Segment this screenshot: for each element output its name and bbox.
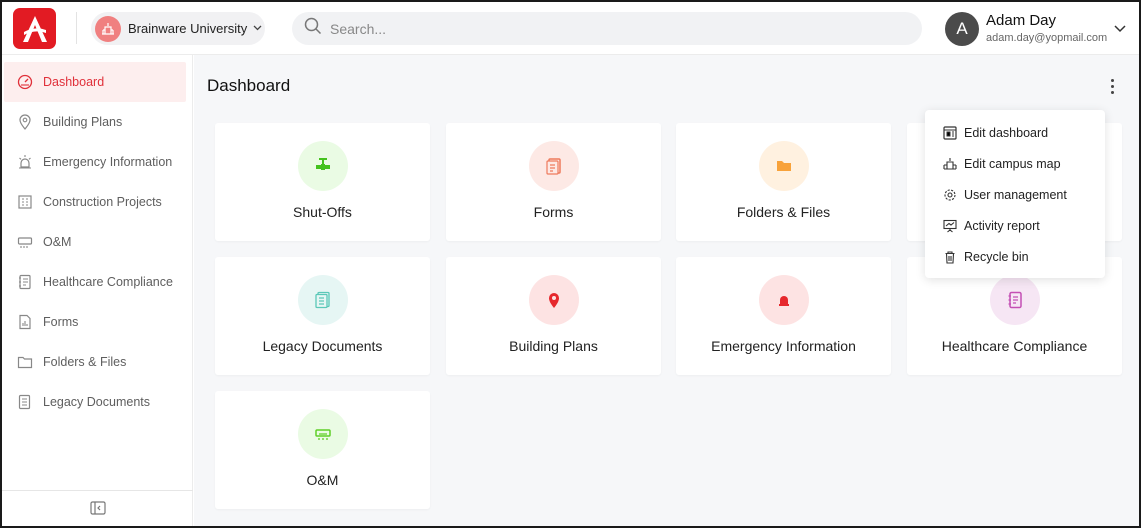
notebook-icon [16, 273, 34, 291]
chevron-down-icon [253, 23, 262, 34]
map-pin-icon [529, 275, 579, 325]
app-logo[interactable] [13, 8, 56, 49]
card-om[interactable]: O&M [215, 391, 430, 509]
sidebar: Dashboard Building Plans Emergency Infor… [2, 55, 193, 526]
sidebar-item-label: Emergency Information [43, 155, 173, 169]
app-window: Brainware University A Adam Day adam.day… [0, 0, 1141, 528]
air-conditioner-icon [298, 409, 348, 459]
search-input[interactable] [330, 20, 890, 37]
organization-selector[interactable]: Brainware University [91, 12, 265, 45]
sidebar-footer [2, 490, 193, 526]
menu-item-label: User management [964, 187, 1067, 202]
menu-item-activity-report[interactable]: Activity report [925, 210, 1105, 241]
menu-item-label: Recycle bin [964, 249, 1029, 264]
sidebar-item-label: Legacy Documents [43, 395, 151, 409]
card-title: Shut-Offs [293, 204, 352, 220]
card-title: Building Plans [509, 338, 598, 354]
documents-icon [298, 275, 348, 325]
sidebar-item-forms[interactable]: Forms [4, 302, 186, 342]
user-avatar[interactable]: A [945, 12, 979, 46]
sidebar-item-construction-projects[interactable]: Construction Projects [4, 182, 186, 222]
card-shut-offs[interactable]: Shut-Offs [215, 123, 430, 241]
building-icon [16, 193, 34, 211]
search-icon [304, 17, 322, 40]
gear-icon [943, 188, 957, 202]
chart-board-icon [943, 219, 957, 233]
sidebar-item-healthcare-compliance[interactable]: Healthcare Compliance [4, 262, 186, 302]
sidebar-item-om[interactable]: O&M [4, 222, 186, 262]
collapse-sidebar-icon[interactable] [89, 501, 106, 520]
user-menu-chevron-icon[interactable] [1114, 20, 1126, 38]
valve-icon [298, 141, 348, 191]
sidebar-item-label: Forms [43, 315, 79, 329]
dashboard-edit-icon [943, 125, 957, 140]
top-bar: Brainware University A Adam Day adam.day… [2, 2, 1139, 55]
sidebar-item-label: O&M [43, 235, 72, 249]
header-divider [76, 12, 77, 44]
sidebar-item-label: Dashboard [43, 75, 105, 89]
card-folders-files[interactable]: Folders & Files [676, 123, 891, 241]
user-name: Adam Day [986, 12, 1057, 29]
sidebar-item-dashboard[interactable]: Dashboard [4, 62, 186, 102]
logo-icon [22, 15, 47, 42]
siren-icon [759, 275, 809, 325]
menu-item-user-management[interactable]: User management [925, 179, 1105, 210]
menu-item-label: Activity report [964, 218, 1040, 233]
organization-name: Brainware University [128, 21, 248, 36]
sidebar-item-legacy-documents[interactable]: Legacy Documents [4, 382, 186, 422]
map-pin-icon [16, 113, 34, 131]
sidebar-item-label: Construction Projects [43, 195, 162, 209]
card-forms[interactable]: Forms [446, 123, 661, 241]
card-title: Forms [533, 204, 574, 220]
notebook-icon [990, 275, 1040, 325]
air-conditioner-icon [16, 233, 34, 251]
menu-item-edit-dashboard[interactable]: Edit dashboard [925, 117, 1105, 148]
menu-item-label: Edit campus map [964, 156, 1061, 171]
more-options-icon[interactable] [1102, 76, 1122, 96]
card-building-plans[interactable]: Building Plans [446, 257, 661, 375]
sidebar-item-label: Building Plans [43, 115, 123, 129]
sidebar-item-label: Healthcare Compliance [43, 275, 173, 289]
sidebar-item-emergency-information[interactable]: Emergency Information [4, 142, 186, 182]
campus-map-icon [943, 157, 957, 171]
form-icon [529, 141, 579, 191]
menu-item-label: Edit dashboard [964, 125, 1049, 140]
user-email: adam.day@yopmail.com [986, 32, 1108, 44]
menu-item-edit-campus-map[interactable]: Edit campus map [925, 148, 1105, 179]
dashboard-options-menu: Edit dashboard Edit campus map User mana… [925, 110, 1105, 278]
card-title: O&M [306, 472, 339, 488]
sidebar-item-label: Folders & Files [43, 355, 127, 369]
documents-icon [16, 393, 34, 411]
page-title: Dashboard [207, 76, 291, 95]
card-title: Healthcare Compliance [941, 338, 1088, 354]
sidebar-item-building-plans[interactable]: Building Plans [4, 102, 186, 142]
card-title: Folders & Files [736, 204, 831, 220]
search-bar[interactable] [292, 12, 922, 45]
folder-icon [16, 353, 34, 371]
card-emergency-information[interactable]: Emergency Information [676, 257, 891, 375]
card-title: Legacy Documents [262, 338, 383, 354]
card-legacy-documents[interactable]: Legacy Documents [215, 257, 430, 375]
menu-item-recycle-bin[interactable]: Recycle bin [925, 241, 1105, 272]
gauge-icon [16, 73, 34, 91]
form-icon [16, 313, 34, 331]
trash-icon [943, 250, 957, 264]
campus-building-icon [102, 22, 114, 35]
folder-icon [759, 141, 809, 191]
card-title: Emergency Information [711, 338, 856, 354]
sidebar-item-folders-files[interactable]: Folders & Files [4, 342, 186, 382]
siren-icon [16, 153, 34, 171]
organization-avatar [95, 15, 121, 42]
